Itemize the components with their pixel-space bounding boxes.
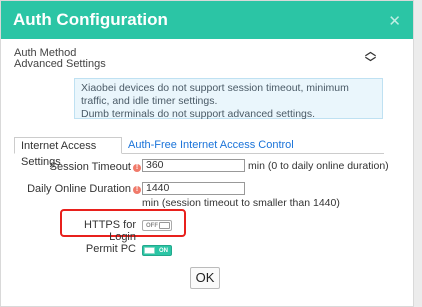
toggle-state-text: OFF [146,223,158,229]
background-line [414,0,422,307]
chevron-down-icon[interactable]: ﹀ [365,58,377,69]
info-notice: Xiaobei devices do not support session t… [74,78,383,120]
info-line-1: Xiaobei devices do not support session t… [81,82,349,107]
dialog-title: Auth Configuration [13,10,168,29]
session-timeout-hint: min (0 to daily online duration) [248,160,389,172]
chevron-up-icon[interactable]: ︿ [365,47,377,58]
tab-internet-access-settings[interactable]: Internet Access Settings [14,137,122,168]
ok-button[interactable]: OK [190,267,220,289]
toggle-knob [159,222,170,229]
section-advanced-settings-label: Advanced Settings [14,58,106,70]
auth-configuration-dialog: Auth Configuration ✕ Auth Method ︿ Advan… [0,0,414,307]
daily-online-duration-input[interactable]: 1440 [142,182,245,195]
daily-online-duration-hint: min (session timeout to smaller than 144… [142,197,340,209]
daily-online-duration-label: Daily Online Duration! [21,183,141,195]
tab-internet-access-control[interactable]: Internet Access Control [174,137,300,154]
required-icon: ! [133,186,141,194]
session-timeout-label-text: Session Timeout [49,161,131,173]
info-line-2: Dumb terminals do not support advanced s… [81,108,316,120]
session-timeout-label: Session Timeout! [21,161,141,173]
dialog-titlebar: Auth Configuration ✕ [1,1,413,39]
https-for-login-toggle[interactable]: OFF [142,220,172,231]
https-for-login-label: HTTPS for Login [84,219,136,243]
close-icon[interactable]: ✕ [388,12,401,30]
tab-label: Auth-Free [128,139,177,151]
tab-bar: Internet Access Settings Auth-Free Inter… [14,137,384,168]
tab-label: Internet Access Control [180,139,294,151]
toggle-knob [144,247,155,254]
section-advanced-settings[interactable]: Advanced Settings [14,57,106,71]
required-icon: ! [133,164,141,172]
session-timeout-input[interactable]: 360 [142,159,245,172]
daily-online-duration-label-text: Daily Online Duration [27,183,131,195]
toggle-state-text: ON [159,248,168,254]
permit-pc-label: Permit PC [85,243,136,255]
permit-pc-toggle[interactable]: ON [142,245,172,256]
